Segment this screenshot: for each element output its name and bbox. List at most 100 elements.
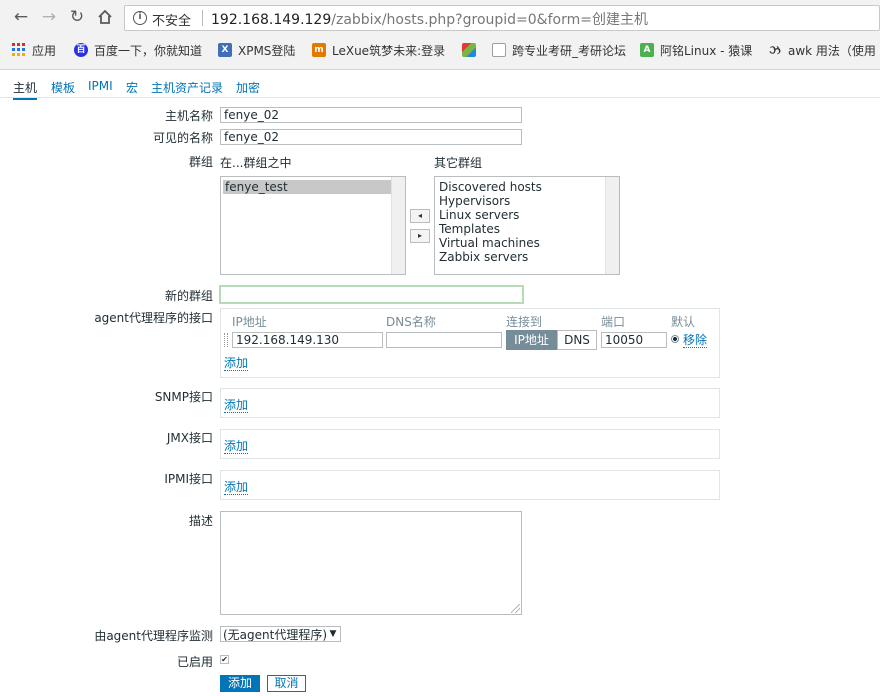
move-left-button[interactable]: ◂ [410, 209, 430, 223]
connect-ip-toggle[interactable]: IP地址 [506, 330, 557, 350]
list-item[interactable]: fenye_test [223, 180, 397, 194]
security-label[interactable]: 不安全 [152, 10, 191, 29]
other-groups-list: Discovered hosts Hypervisors Linux serve… [435, 177, 619, 267]
port-header: 端口 [601, 315, 626, 329]
xpms-icon: X [218, 43, 232, 57]
default-header: 默认 [671, 315, 696, 329]
ipmi-interface-panel: 添加 [220, 470, 720, 500]
list-item[interactable]: Templates [437, 222, 617, 236]
resize-grip-icon[interactable] [511, 604, 520, 613]
agent-ip-input[interactable]: 192.168.149.130 [232, 332, 383, 348]
jmx-interface-label: JMX接口 [166, 431, 213, 445]
forward-arrow-icon[interactable]: → [38, 6, 60, 28]
chevron-down-icon: ▼ [326, 627, 340, 641]
tab-encryption[interactable]: 加密 [236, 79, 260, 96]
home-icon[interactable] [94, 6, 116, 28]
connect-header: 连接到 [506, 315, 543, 329]
url-text[interactable]: 192.168.149.129/zabbix/hosts.php?groupid… [211, 9, 648, 29]
bookmark-label: 阿铭Linux - 猿课 [660, 43, 753, 58]
description-label: 描述 [188, 514, 213, 528]
browser-chrome: ← → ↻ i 不安全 192.168.149.129/zabbix/hosts… [0, 0, 880, 70]
enabled-checkbox[interactable]: ✔ [220, 655, 229, 664]
bookmark-label: 百度一下，你就知道 [94, 43, 203, 58]
list-item[interactable]: Hypervisors [437, 194, 617, 208]
bookmark-apps[interactable]: 应用 [12, 41, 56, 59]
apps-grid-icon [12, 43, 26, 57]
visible-name-input[interactable]: fenye_02 [220, 129, 522, 145]
url-path: /zabbix/hosts.php?groupid=0&form=创建主机 [331, 12, 648, 28]
page-icon [492, 43, 506, 57]
bookmark-baidu[interactable]: 百百度一下，你就知道 [74, 41, 202, 59]
add-agent-interface-link[interactable]: 添加 [224, 356, 249, 371]
url-separator [202, 10, 203, 26]
default-radio[interactable] [671, 335, 679, 343]
new-group-input[interactable] [219, 285, 524, 304]
in-groups-list: fenye_test [221, 177, 405, 197]
scrollbar[interactable] [391, 177, 405, 274]
scrollbar[interactable] [605, 177, 619, 274]
awk-icon: ઝ [769, 43, 781, 57]
tab-templates[interactable]: 模板 [51, 79, 75, 96]
list-item[interactable]: Zabbix servers [437, 250, 617, 264]
tab-ipmi[interactable]: IPMI [88, 79, 113, 93]
remove-interface-link[interactable]: 移除 [683, 333, 708, 348]
bookmark-aming[interactable]: A 阿铭Linux - 猿课 [640, 41, 752, 59]
connect-dns-toggle[interactable]: DNS [557, 330, 597, 350]
drag-handle-icon[interactable] [224, 333, 228, 347]
move-right-button[interactable]: ▸ [410, 229, 430, 243]
lexue-icon: m [312, 43, 326, 57]
url-host: 192.168.149.129 [211, 12, 332, 28]
tab-inventory[interactable]: 主机资产记录 [151, 79, 223, 96]
bookmark-label: LeXue筑梦未来:登录 [332, 43, 446, 58]
bookmark-label: 跨专业考研_考研论坛 [512, 43, 627, 58]
address-bar[interactable]: i 不安全 192.168.149.129/zabbix/hosts.php?g… [124, 5, 880, 31]
add-jmx-interface-link[interactable]: 添加 [224, 439, 249, 454]
agent-interface-label: agent代理程序的接口 [94, 311, 213, 325]
info-icon[interactable]: i [133, 11, 147, 25]
snmp-interface-label: SNMP接口 [154, 390, 213, 404]
list-item[interactable]: Virtual machines [437, 236, 617, 250]
bookmark-label: awk 用法（使用 [788, 43, 876, 58]
description-textarea[interactable] [220, 511, 522, 615]
groups-label: 群组 [188, 155, 213, 169]
host-name-input[interactable]: fenye_02 [220, 107, 522, 123]
tab-host[interactable]: 主机 [13, 79, 38, 100]
list-item[interactable]: Linux servers [437, 208, 617, 222]
ip-header: IP地址 [232, 315, 267, 329]
snmp-interface-panel: 添加 [220, 388, 720, 418]
agent-interface-panel: IP地址 DNS名称 连接到 端口 默认 192.168.149.130 IP地… [220, 308, 720, 378]
new-group-label: 新的群组 [164, 289, 213, 303]
tab-macros[interactable]: 宏 [126, 79, 138, 96]
enabled-label: 已启用 [176, 655, 213, 669]
bookmark-awk[interactable]: ઝ awk 用法（使用 [768, 41, 876, 59]
agent-port-input[interactable]: 10050 [601, 332, 667, 348]
agent-dns-input[interactable] [386, 332, 502, 348]
cancel-button[interactable]: 取消 [267, 675, 306, 692]
other-groups-listbox[interactable]: Discovered hosts Hypervisors Linux serve… [434, 176, 620, 275]
aming-icon: A [640, 43, 654, 57]
jmx-interface-panel: 添加 [220, 429, 720, 459]
bookmarks-bar: 应用 百百度一下，你就知道 X XPMS登陆 m LeXue筑梦未来:登录 跨专业考… [0, 36, 880, 64]
list-item[interactable]: Discovered hosts [437, 180, 617, 194]
dns-header: DNS名称 [386, 315, 436, 329]
bookmark-lexue[interactable]: m LeXue筑梦未来:登录 [312, 41, 445, 59]
proxy-select-value: (无agent代理程序) [223, 628, 328, 642]
proxy-select[interactable]: (无agent代理程序) ▼ [220, 626, 341, 642]
proxy-label: 由agent代理程序监测 [94, 629, 213, 643]
add-host-button[interactable]: 添加 [220, 675, 260, 692]
in-groups-listbox[interactable]: fenye_test [220, 176, 406, 275]
bookmark-kaoyan[interactable]: 跨专业考研_考研论坛 [492, 41, 626, 59]
visible-name-label: 可见的名称 [152, 131, 213, 145]
bookmark-label: 应用 [32, 43, 57, 58]
back-arrow-icon[interactable]: ← [10, 6, 32, 28]
other-groups-label: 其它群组 [434, 156, 483, 170]
ipmi-interface-label: IPMI接口 [164, 472, 213, 486]
reload-icon[interactable]: ↻ [66, 6, 88, 28]
form-tabs: 主机 模板 IPMI 宏 主机资产记录 加密 [0, 76, 880, 100]
in-groups-label: 在...群组之中 [220, 156, 292, 170]
add-ipmi-interface-link[interactable]: 添加 [224, 480, 249, 495]
bookmark-multicolor[interactable] [462, 41, 482, 59]
bookmark-xpms[interactable]: X XPMS登陆 [218, 41, 295, 59]
add-snmp-interface-link[interactable]: 添加 [224, 398, 249, 413]
multicolor-logo-icon [462, 43, 476, 57]
